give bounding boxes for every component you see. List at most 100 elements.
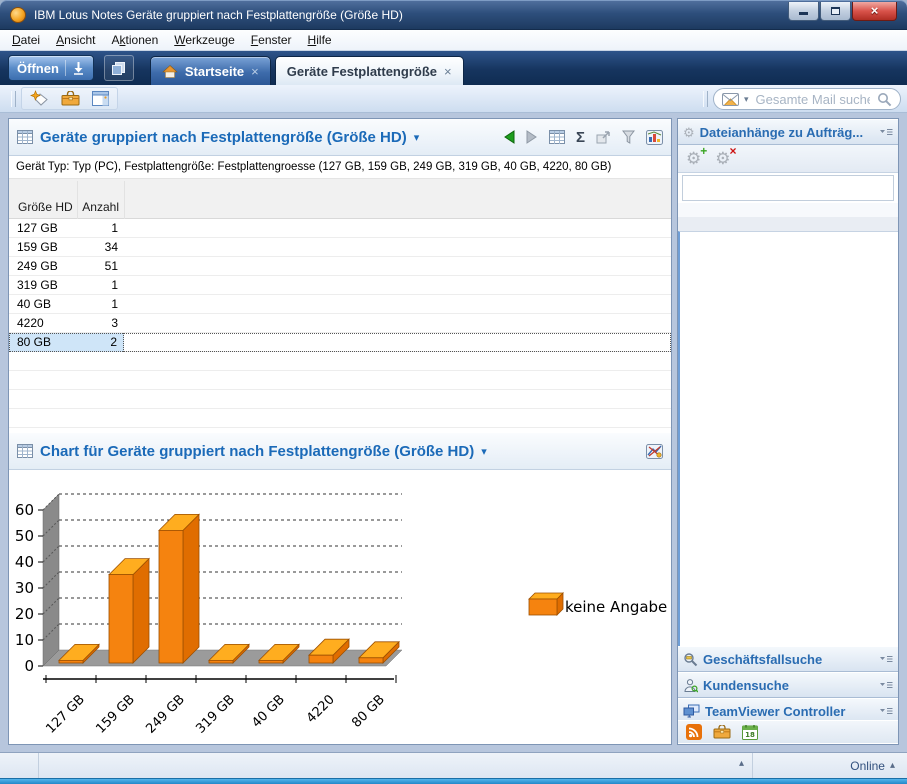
attachment-delete-button[interactable]: ⚙ × [715, 145, 736, 167]
minimize-button[interactable] [788, 1, 819, 21]
panel-title: TeamViewer Controller [705, 703, 846, 719]
sidebar-panel-dateianhaenge-header[interactable]: ⚙ Dateianhänge zu Aufträg... [678, 119, 898, 145]
window-stack-button[interactable] [103, 55, 134, 81]
open-button[interactable]: Öffnen [8, 55, 94, 81]
toolbox-button[interactable] [61, 91, 80, 106]
menu-bar: Datei Ansicht Aktionen Werkzeuge Fenster Hilf… [0, 30, 907, 51]
toolbar-group [21, 87, 118, 110]
caret-down-icon: ▾ [481, 445, 487, 458]
close-icon: × [870, 3, 879, 18]
svg-text:127 GB: 127 GB [43, 692, 88, 737]
sidebar-panel-kundensuche-header[interactable]: Kundensuche [678, 672, 898, 698]
status-expand-icon[interactable]: ▴ [739, 758, 744, 769]
tab-bar: Öffnen Startseite × Geräte Festplattengr… [0, 51, 907, 85]
menu-item-datei[interactable]: Datei [4, 31, 48, 49]
rss-button[interactable] [686, 724, 702, 740]
workspace: Geräte gruppiert nach Festplattengröße (… [0, 113, 907, 752]
chart-section-header: Chart für Geräte gruppiert nach Festplat… [9, 433, 671, 470]
table-icon [17, 130, 33, 144]
status-bar: ▴ Online ▴ [0, 752, 907, 778]
filter-button[interactable] [622, 130, 635, 144]
search-area: ▾ [698, 88, 901, 110]
tab-startseite[interactable]: Startseite × [149, 56, 271, 85]
menu-item-hilfe[interactable]: Hilfe [300, 31, 340, 49]
cell-anzahl: 1 [111, 297, 118, 311]
table-row[interactable]: 40 GB 1 [9, 295, 671, 314]
svg-text:80 GB: 80 GB [349, 692, 388, 731]
back-button[interactable] [503, 130, 515, 144]
tab-geraete-festplattengroesse[interactable]: Geräte Festplattengröße × [274, 56, 464, 85]
cell-anzahl: 1 [111, 278, 118, 292]
cell-anzahl: 1 [111, 221, 118, 235]
close-button[interactable]: × [852, 1, 897, 21]
application-window: IBM Lotus Notes Geräte gruppiert nach Fe… [0, 0, 907, 784]
table-icon [17, 444, 33, 458]
home-icon [162, 64, 178, 78]
window-controls: × [788, 1, 897, 21]
sum-button[interactable]: Σ [576, 130, 585, 145]
cell-groesse-hd: 319 GB [17, 278, 58, 292]
toolbox-button[interactable] [713, 725, 731, 739]
panel-menu-icon[interactable] [880, 655, 893, 664]
svg-text:40 GB: 40 GB [249, 692, 288, 731]
svg-text:40: 40 [15, 553, 34, 571]
bar-chart: 0 10 20 30 40 50 60 127 GB 159 GB 249 GB 319 GB 40 … [15, 493, 667, 737]
cell-anzahl: 51 [104, 259, 118, 273]
star-document-button[interactable] [30, 90, 49, 107]
panel-menu-icon[interactable] [880, 128, 893, 137]
attachment-add-button[interactable]: ⚙ + [686, 145, 707, 167]
cell-groesse-hd: 40 GB [17, 297, 52, 311]
export-button[interactable] [596, 130, 611, 144]
menu-item-fenster[interactable]: Fenster [243, 31, 300, 49]
panel-menu-icon[interactable] [880, 707, 893, 716]
table-row[interactable]: 249 GB 51 [9, 257, 671, 276]
table-row[interactable]: 159 GB 34 [9, 238, 671, 257]
panel-menu-icon[interactable] [880, 681, 893, 690]
maximize-icon [831, 6, 840, 15]
search-input[interactable] [753, 90, 872, 108]
status-message-segment: ▴ [39, 753, 753, 778]
person-search-icon [684, 678, 698, 692]
svg-text:10: 10 [15, 631, 34, 649]
search-scope-dropdown-icon[interactable]: ▾ [744, 94, 749, 105]
sidebar-panel-geschaeftsfallsuche-header[interactable]: Geschäftsfallsuche [678, 646, 898, 672]
maximize-button[interactable] [820, 1, 851, 21]
cell-groesse-hd: 249 GB [17, 259, 58, 273]
tab-label: Startseite [184, 63, 245, 79]
forward-button[interactable] [526, 130, 538, 144]
toolbar-grip[interactable] [11, 90, 16, 107]
tab-close-icon[interactable]: × [251, 64, 259, 79]
chart-settings-button[interactable] [646, 443, 663, 459]
window-border-bottom [0, 778, 907, 784]
calendar-day: 18 [745, 731, 755, 739]
menu-item-werkzeuge[interactable]: Werkzeuge [166, 31, 243, 49]
menu-item-ansicht[interactable]: Ansicht [48, 31, 103, 49]
table-row[interactable]: 319 GB 1 [9, 276, 671, 295]
calendar-button[interactable]: 18 [742, 724, 758, 740]
attachment-list-header [682, 175, 894, 201]
cell-groesse-hd: 4220 [17, 316, 44, 330]
grid-view-button[interactable] [548, 130, 565, 144]
tab-label: Geräte Festplattengröße [286, 63, 437, 79]
panel-title: Dateianhänge zu Aufträg... [699, 124, 864, 140]
chart-button[interactable] [646, 129, 663, 145]
svg-text:0: 0 [24, 657, 34, 675]
search-icon[interactable] [877, 92, 892, 107]
panel-title: Kundensuche [703, 677, 789, 693]
table-row[interactable]: 4220 3 [9, 314, 671, 333]
column-header-groesse-hd[interactable]: Größe HD [18, 200, 73, 214]
menu-item-aktionen[interactable]: Aktionen [103, 31, 166, 49]
open-dropdown-icon [73, 62, 83, 75]
view-title[interactable]: Geräte gruppiert nach Festplattengröße (… [40, 129, 407, 146]
toolbar-grip[interactable] [703, 91, 708, 107]
monitors-icon [683, 704, 700, 718]
table-row[interactable]: 127 GB 1 [9, 219, 671, 238]
minimize-icon [799, 11, 808, 15]
window-layout-button[interactable] [92, 91, 109, 106]
table-row[interactable]: 80 GB 2 [9, 333, 671, 352]
column-header-anzahl[interactable]: Anzahl [77, 200, 119, 214]
status-online-indicator[interactable]: Online ▴ [753, 753, 907, 778]
chart-title[interactable]: Chart für Geräte gruppiert nach Festplat… [40, 443, 474, 460]
tab-close-icon[interactable]: × [444, 64, 452, 79]
status-left-segment [0, 753, 39, 778]
